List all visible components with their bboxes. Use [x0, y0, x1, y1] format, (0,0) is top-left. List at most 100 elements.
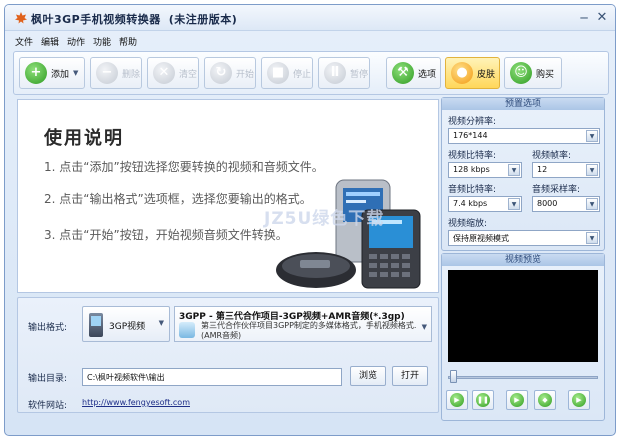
add-label: 添加	[51, 69, 70, 80]
instruction-line-3: 3. 点击“开始”按钮，开始视频音频文件转换。	[44, 228, 288, 242]
stop-icon: ■	[267, 62, 289, 84]
buy-label: 购买	[536, 69, 555, 80]
menu-file[interactable]: 文件	[15, 35, 33, 48]
format-description-text: 第三代合作伙伴项目3GPP制定的多媒体格式，手机视频格式.(AMR音频)	[201, 321, 417, 340]
close-icon: ✕	[596, 10, 608, 25]
maple-leaf-icon	[15, 12, 27, 24]
website-label: 软件网站:	[28, 401, 68, 411]
title-bar[interactable]: 枫叶3GP手机视频转换器 (未注册版本) ─ ✕	[5, 5, 615, 31]
stop-label: 停止	[293, 69, 312, 80]
video-bitrate-value: 128 kbps	[453, 165, 490, 174]
skin-label: 皮肤	[477, 69, 496, 80]
options-button[interactable]: ⚒ 选项	[386, 57, 441, 89]
registration-note: (未注册版本)	[168, 13, 238, 26]
menu-function[interactable]: 功能	[93, 35, 111, 48]
chevron-down-icon: ▼	[508, 198, 520, 210]
chevron-down-icon: ▼	[586, 164, 598, 176]
snapshot-button[interactable]: ◆	[534, 390, 556, 410]
clear-x-icon: ✕	[153, 62, 175, 84]
toolbar: + 添加 ▼ − 删除 ✕ 清空 ↻ 开始 ■ 停止 Ⅱ 暂停 ⚒ 选项 ● 皮…	[13, 51, 609, 95]
samplerate-value: 8000	[537, 199, 558, 208]
tools-icon: ⚒	[392, 62, 414, 84]
output-format-label: 输出格式:	[28, 323, 68, 333]
minimize-button[interactable]: ─	[576, 10, 592, 26]
app-title: 枫叶3GP手机视频转换器	[31, 13, 161, 26]
video-preview-header: 视频预览	[442, 254, 604, 266]
resolution-value: 176*144	[453, 131, 488, 140]
buy-button[interactable]: ☺ 购买	[504, 57, 562, 89]
samplerate-select[interactable]: 8000 ▼	[532, 196, 600, 212]
resolution-select[interactable]: 176*144 ▼	[448, 128, 600, 144]
next-icon: ▶	[572, 393, 586, 407]
output-dir-label: 输出目录:	[28, 374, 68, 384]
chevron-down-icon: ▼	[421, 323, 427, 331]
pause-icon: Ⅱ	[324, 62, 346, 84]
seek-slider-thumb[interactable]	[450, 370, 457, 383]
play-button[interactable]: ▶	[446, 390, 468, 410]
format-description-select[interactable]: 3GPP - 第三代合作项目-3GP视频+AMR音频(*.3gp) 第三代合作伙…	[174, 306, 432, 342]
output-dir-input[interactable]	[82, 368, 342, 386]
chevron-down-icon: ▼	[73, 69, 79, 77]
clear-label: 清空	[179, 69, 198, 80]
skin-button[interactable]: ● 皮肤	[445, 57, 500, 89]
watermark: JZ5U绿色下载	[264, 209, 385, 229]
framerate-select[interactable]: 12 ▼	[532, 162, 600, 178]
phones-illustration	[276, 179, 421, 289]
output-format-value: 3GP视频	[109, 322, 146, 332]
instructions-title: 使用说明	[44, 128, 124, 149]
preset-options-panel: 预置选项 视频分辨率: 176*144 ▼ 视频比特率: 视频帧率: 128 k…	[441, 97, 605, 251]
delete-label: 删除	[122, 69, 141, 80]
forward-button[interactable]: ▶	[506, 390, 528, 410]
framerate-value: 12	[537, 165, 548, 174]
scale-value: 保持原视频模式	[453, 234, 509, 243]
close-button[interactable]: ✕	[594, 10, 610, 26]
menu-bar: 文件 编辑 动作 功能 帮助	[5, 33, 615, 49]
menu-action[interactable]: 动作	[67, 35, 85, 48]
open-button[interactable]: 打开	[392, 366, 428, 386]
pause-preview-button[interactable]: ❚❚	[472, 390, 494, 410]
minimize-icon: ─	[580, 11, 588, 25]
menu-edit[interactable]: 编辑	[41, 35, 59, 48]
audio-bitrate-value: 7.4 kbps	[453, 199, 488, 208]
scale-select[interactable]: 保持原视频模式 ▼	[448, 230, 600, 246]
delete-button[interactable]: − 删除	[90, 57, 142, 89]
pause-icon: ❚❚	[476, 393, 490, 407]
chevron-down-icon: ▼	[508, 164, 520, 176]
resolution-label: 视频分辨率:	[448, 117, 497, 127]
chevron-down-icon: ▼	[158, 319, 164, 327]
pause-button[interactable]: Ⅱ 暂停	[318, 57, 370, 89]
video-bitrate-select[interactable]: 128 kbps ▼	[448, 162, 522, 178]
plus-icon: +	[25, 62, 47, 84]
video-preview-panel: 视频预览 ▶ ❚❚ ▶ ◆ ▶	[441, 253, 605, 421]
apple-icon: ●	[451, 62, 473, 84]
chevron-down-icon: ▼	[586, 232, 598, 244]
framerate-label: 视频帧率:	[532, 151, 572, 161]
output-format-select[interactable]: 3GP视频 ▼	[82, 306, 170, 342]
preview-screen	[448, 270, 598, 362]
start-label: 开始	[236, 69, 255, 80]
samplerate-label: 音频采样率:	[532, 185, 581, 195]
media-format-icon	[179, 322, 195, 338]
next-button[interactable]: ▶	[568, 390, 590, 410]
add-button[interactable]: + 添加 ▼	[19, 57, 85, 89]
seek-slider-track[interactable]	[448, 376, 598, 379]
options-label: 选项	[418, 69, 437, 80]
clear-button[interactable]: ✕ 清空	[147, 57, 199, 89]
output-panel: 输出格式: 3GP视频 ▼ 3GPP - 第三代合作项目-3GP视频+AMR音频…	[17, 297, 439, 413]
website-link[interactable]: http://www.fengyesoft.com	[82, 398, 190, 407]
menu-help[interactable]: 帮助	[119, 35, 137, 48]
instruction-line-1: 1. 点击“添加”按钮选择您要转换的视频和音频文件。	[44, 160, 324, 174]
play-icon: ▶	[450, 393, 464, 407]
audio-bitrate-label: 音频比特率:	[448, 185, 497, 195]
audio-bitrate-select[interactable]: 7.4 kbps ▼	[448, 196, 522, 212]
window-title: 枫叶3GP手机视频转换器 (未注册版本)	[31, 11, 237, 27]
minus-icon: −	[96, 62, 118, 84]
app-window: 枫叶3GP手机视频转换器 (未注册版本) ─ ✕ 文件 编辑 动作 功能 帮助 +…	[4, 4, 616, 436]
browse-button[interactable]: 浏览	[350, 366, 386, 386]
snapshot-icon: ◆	[538, 393, 552, 407]
stop-button[interactable]: ■ 停止	[261, 57, 313, 89]
cart-icon: ☺	[510, 62, 532, 84]
pause-label: 暂停	[350, 69, 369, 80]
chevron-down-icon: ▼	[586, 130, 598, 142]
start-button[interactable]: ↻ 开始	[204, 57, 256, 89]
